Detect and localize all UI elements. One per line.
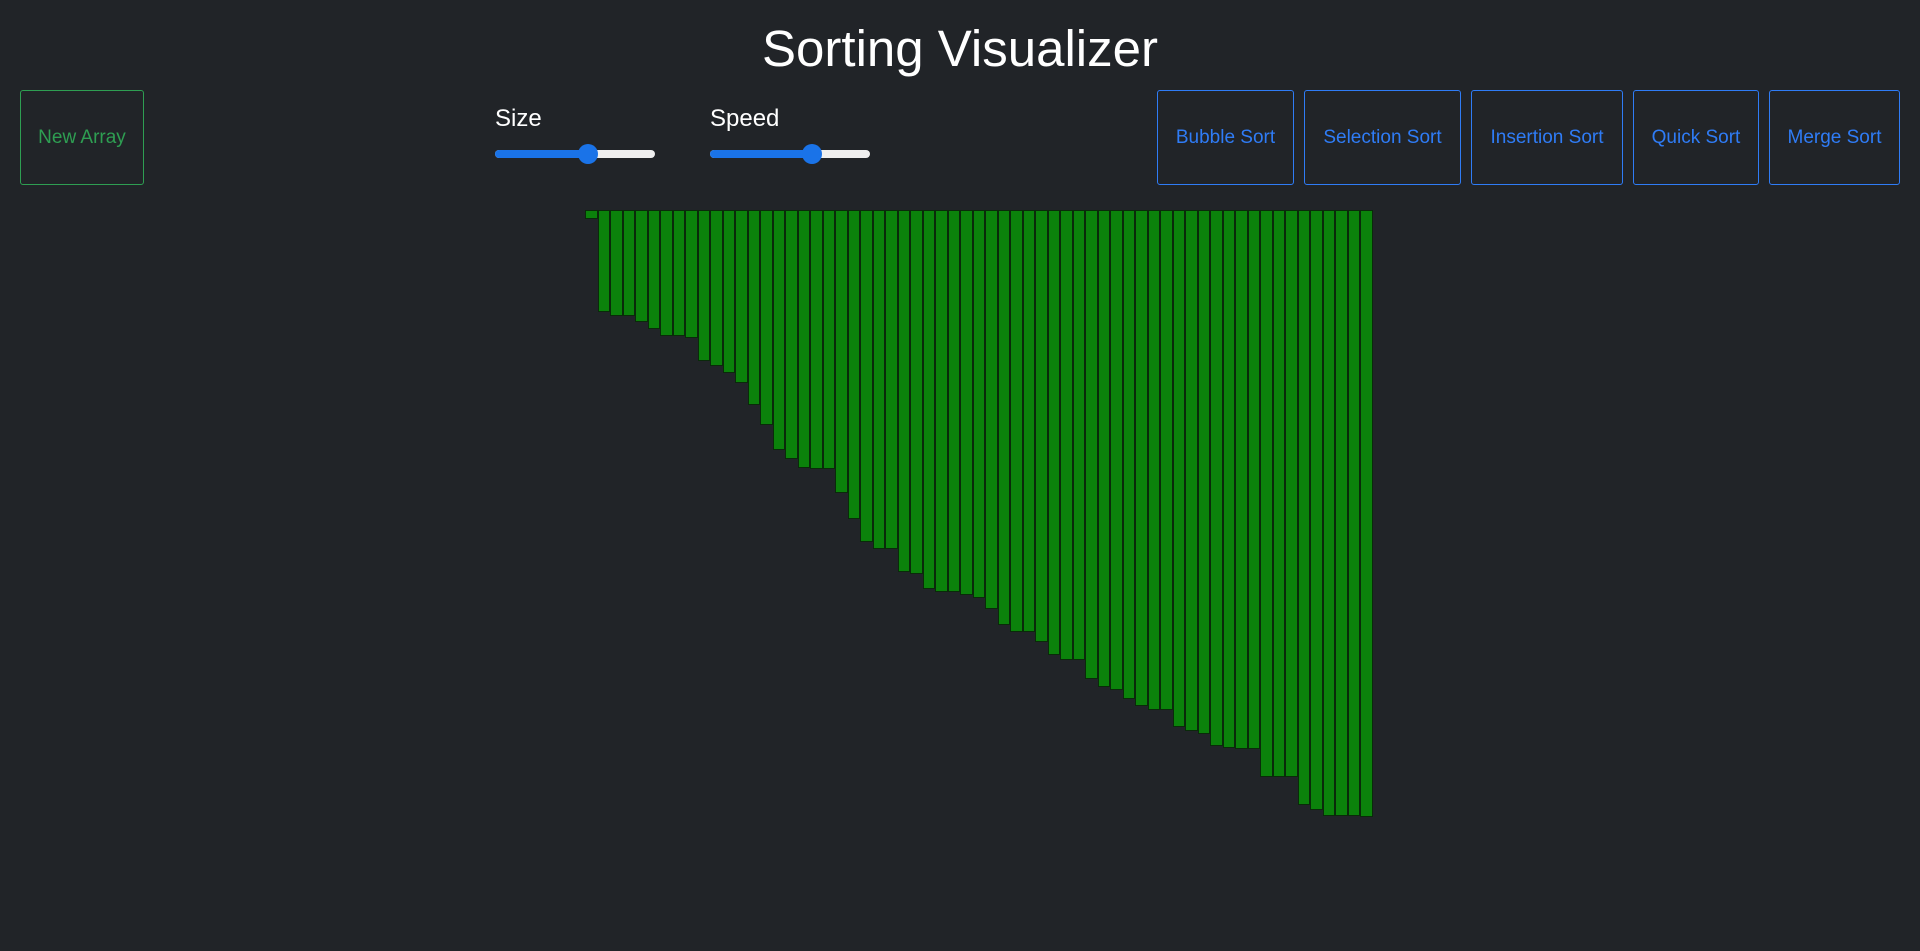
array-bar (647, 210, 660, 329)
array-bar (1147, 210, 1160, 710)
array-bar (710, 210, 723, 366)
array-bar (1185, 210, 1198, 731)
array-bar (972, 210, 985, 598)
array-bar (1235, 210, 1248, 749)
array-bar (835, 210, 848, 493)
array-bar (1085, 210, 1098, 679)
array-bar (635, 210, 648, 322)
array-bar (885, 210, 898, 549)
page-title: Sorting Visualizer (762, 20, 1158, 77)
array-bar (1247, 210, 1260, 749)
array-bar (1072, 210, 1085, 660)
size-slider-fill (495, 150, 588, 158)
array-bar (1285, 210, 1298, 777)
array-bar (847, 210, 860, 519)
size-slider[interactable] (495, 144, 655, 164)
array-bar (685, 210, 698, 338)
array-bar (1210, 210, 1223, 746)
array-bar (760, 210, 773, 425)
array-bar (785, 210, 798, 459)
array-bar (1322, 210, 1335, 816)
array-bar (1310, 210, 1323, 810)
array-bar (1010, 210, 1023, 632)
array-bar (1097, 210, 1110, 687)
array-bar (1197, 210, 1210, 734)
speed-label: Speed (710, 105, 780, 132)
array-bar (822, 210, 835, 469)
array-bar (1272, 210, 1285, 777)
array-bar (860, 210, 873, 542)
array-bar (1110, 210, 1123, 690)
array-bar (1060, 210, 1073, 660)
speed-slider-track[interactable] (710, 150, 870, 158)
array-bar (1022, 210, 1035, 632)
array-bar (1035, 210, 1048, 642)
array-bar (1222, 210, 1235, 748)
array-bar (947, 210, 960, 592)
bubble-sort-button[interactable]: Bubble Sort (1157, 90, 1294, 185)
array-bar (1172, 210, 1185, 727)
size-slider-thumb[interactable] (577, 144, 598, 164)
array-bar (1297, 210, 1310, 805)
size-label: Size (495, 105, 542, 132)
array-bar (747, 210, 760, 405)
array-bars (585, 210, 1373, 830)
array-bar (697, 210, 710, 361)
array-bar (660, 210, 673, 336)
array-bar (735, 210, 748, 383)
speed-slider[interactable] (710, 144, 870, 164)
array-bar (1360, 210, 1373, 817)
array-bar (872, 210, 885, 549)
selection-sort-button[interactable]: Selection Sort (1304, 90, 1461, 185)
size-slider-track[interactable] (495, 150, 655, 158)
speed-slider-thumb[interactable] (802, 144, 823, 164)
array-bar (772, 210, 785, 450)
array-bar (960, 210, 973, 595)
insertion-sort-button[interactable]: Insertion Sort (1471, 90, 1623, 185)
merge-sort-button[interactable]: Merge Sort (1769, 90, 1900, 185)
array-bar (1347, 210, 1360, 816)
array-bar (1135, 210, 1148, 706)
array-bar (597, 210, 610, 312)
array-bar (722, 210, 735, 373)
array-bar (585, 210, 598, 219)
array-bar (1335, 210, 1348, 816)
array-bar (797, 210, 810, 468)
page: Sorting Visualizer New Array Size Speed … (0, 0, 1920, 951)
array-bar (1260, 210, 1273, 777)
array-bar (985, 210, 998, 609)
array-bar (610, 210, 623, 316)
array-bar (810, 210, 823, 469)
array-bar (1122, 210, 1135, 699)
array-bar (935, 210, 948, 592)
array-bar (922, 210, 935, 589)
array-bar (1047, 210, 1060, 655)
speed-slider-fill (710, 150, 813, 158)
array-bar (672, 210, 685, 336)
array-bar (897, 210, 910, 572)
array-bar (910, 210, 923, 574)
array-bar (997, 210, 1010, 625)
quick-sort-button[interactable]: Quick Sort (1633, 90, 1759, 185)
array-bar (622, 210, 635, 316)
array-bar (1160, 210, 1173, 710)
new-array-button[interactable]: New Array (20, 90, 144, 185)
